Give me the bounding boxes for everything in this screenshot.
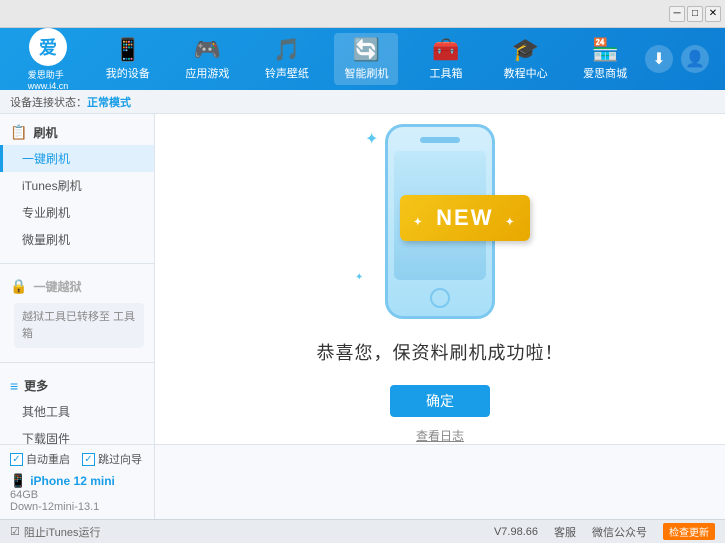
- auto-restart-checkbox[interactable]: ✓ 自动重启: [10, 451, 70, 467]
- maximize-button[interactable]: □: [687, 6, 703, 22]
- sidebar-jailbreak-subtext: 越狱工具已转移至 工具箱: [14, 303, 144, 348]
- toolbox-icon: 🧰: [432, 37, 459, 63]
- footer-right: V7.98.66 客服 微信公众号 检查更新: [494, 523, 715, 540]
- checkbox-area: ✓ 自动重启 ✓ 跳过向导: [10, 451, 144, 467]
- main-area: 📋 刷机 一键刷机 iTunes刷机 专业刷机 微量刷机 🔒 一键越狱: [0, 114, 725, 444]
- sidebar-section-more: ≡ 更多 其他工具 下载固件 高级功能: [0, 367, 154, 444]
- sidebar-item-pro-flash[interactable]: 专业刷机: [0, 199, 154, 226]
- sidebar-divider-1: [0, 263, 154, 264]
- bottom-panel: ✓ 自动重启 ✓ 跳过向导 📱 iPhone 12 mini 64GB Down…: [0, 444, 725, 519]
- more-section-icon: ≡: [10, 378, 18, 394]
- my-device-icon: 📱: [114, 37, 141, 63]
- title-bar: ─ □ ✕: [0, 0, 725, 28]
- status-bar: 设备连接状态： 正常模式: [0, 90, 725, 114]
- sidebar-item-download-firmware[interactable]: 下载固件: [0, 425, 154, 444]
- sidebar-item-micro-flash[interactable]: 微量刷机: [0, 226, 154, 253]
- auto-restart-label: 自动重启: [26, 451, 70, 467]
- footer-left: ☑ 阻止iTunes运行: [10, 524, 100, 540]
- sidebar-section-more-title: ≡ 更多: [0, 373, 154, 398]
- itunes-status-label: 阻止iTunes运行: [24, 524, 101, 540]
- device-system: Down-12mini-13.1: [10, 501, 144, 513]
- flash-section-icon: 📋: [10, 124, 27, 141]
- logo-text: 爱思助手www.i4.cn: [28, 68, 69, 91]
- tutorials-icon: 🎓: [512, 37, 539, 63]
- new-badge: NEW: [400, 195, 530, 241]
- version-label: V7.98.66: [494, 526, 538, 538]
- close-button[interactable]: ✕: [705, 6, 721, 22]
- sidebar-item-other-tools[interactable]: 其他工具: [0, 398, 154, 425]
- nav-store[interactable]: 🏪 爱思商城: [573, 33, 637, 85]
- bottom-left-panel: ✓ 自动重启 ✓ 跳过向导 📱 iPhone 12 mini 64GB Down…: [0, 445, 155, 519]
- auto-restart-checkbox-box[interactable]: ✓: [10, 453, 23, 466]
- nav-bar: 📱 我的设备 🎮 应用游戏 🎵 铃声壁纸 🔄 智能刷机 🧰 工具箱 🎓 教程中心…: [88, 33, 645, 85]
- apps-games-icon: 🎮: [194, 37, 221, 63]
- sidebar-section-jailbreak: 🔒 一键越狱 越狱工具已转移至 工具箱: [0, 268, 154, 358]
- skip-wizard-checkbox[interactable]: ✓ 跳过向导: [82, 451, 142, 467]
- device-name: iPhone 12 mini: [30, 474, 115, 488]
- skip-wizard-checkbox-box[interactable]: ✓: [82, 453, 95, 466]
- phone-illustration: ✦ ✦ ✦ NEW: [340, 114, 540, 323]
- sidebar-item-one-click-flash[interactable]: 一键刷机: [0, 145, 154, 172]
- logo-area: 爱 爱思助手www.i4.cn: [8, 28, 88, 91]
- nav-toolbox[interactable]: 🧰 工具箱: [414, 33, 478, 85]
- sparkle-3: ✦: [355, 272, 363, 283]
- view-today-link[interactable]: 查看日志: [416, 427, 464, 444]
- logo-icon: 爱: [39, 34, 57, 60]
- jailbreak-section-icon: 🔒: [10, 278, 27, 295]
- wechat-public-link[interactable]: 微信公众号: [592, 524, 647, 540]
- logo-circle: 爱: [29, 28, 67, 66]
- sidebar-section-jailbreak-title: 🔒 一键越狱: [0, 274, 154, 299]
- minimize-button[interactable]: ─: [669, 6, 685, 22]
- header-right: ⬇ 👤: [645, 45, 717, 73]
- customer-service-link[interactable]: 客服: [554, 524, 576, 540]
- itunes-status-checkbox[interactable]: ☑: [10, 525, 20, 538]
- sidebar-item-itunes-flash[interactable]: iTunes刷机: [0, 172, 154, 199]
- sidebar: 📋 刷机 一键刷机 iTunes刷机 专业刷机 微量刷机 🔒 一键越狱: [0, 114, 155, 444]
- skip-wizard-label: 跳过向导: [98, 451, 142, 467]
- nav-smart-shop[interactable]: 🔄 智能刷机: [334, 33, 398, 85]
- download-button[interactable]: ⬇: [645, 45, 673, 73]
- store-icon: 🏪: [591, 37, 618, 63]
- ringtones-icon: 🎵: [273, 37, 300, 63]
- account-button[interactable]: 👤: [681, 45, 709, 73]
- nav-apps-games[interactable]: 🎮 应用游戏: [175, 33, 239, 85]
- phone-home-button: [430, 288, 450, 308]
- device-info-area: 📱 iPhone 12 mini 64GB Down-12mini-13.1: [10, 473, 144, 513]
- confirm-button[interactable]: 确定: [390, 385, 490, 417]
- sidebar-section-flash: 📋 刷机 一键刷机 iTunes刷机 专业刷机 微量刷机: [0, 114, 154, 259]
- sparkle-1: ✦: [365, 129, 378, 149]
- smart-shop-icon: 🔄: [353, 37, 380, 63]
- content-area: ✦ ✦ ✦ NEW 恭喜您，保资料刷机成功啦！ 确定 查看日志: [155, 114, 725, 444]
- nav-ringtones[interactable]: 🎵 铃声壁纸: [255, 33, 319, 85]
- header: 爱 爱思助手www.i4.cn 📱 我的设备 🎮 应用游戏 🎵 铃声壁纸 🔄 智…: [0, 28, 725, 90]
- nav-tutorials[interactable]: 🎓 教程中心: [494, 33, 558, 85]
- device-storage: 64GB: [10, 489, 144, 501]
- nav-my-device[interactable]: 📱 我的设备: [96, 33, 160, 85]
- phone-top-bar: [420, 137, 460, 143]
- device-row: 📱 iPhone 12 mini: [10, 473, 144, 489]
- sidebar-section-flash-title: 📋 刷机: [0, 120, 154, 145]
- success-message: 恭喜您，保资料刷机成功啦！: [317, 339, 564, 365]
- phone-icon: 📱: [10, 473, 26, 489]
- sidebar-divider-2: [0, 362, 154, 363]
- check-update-button[interactable]: 检查更新: [663, 523, 715, 540]
- bottom-right-panel: [155, 445, 725, 519]
